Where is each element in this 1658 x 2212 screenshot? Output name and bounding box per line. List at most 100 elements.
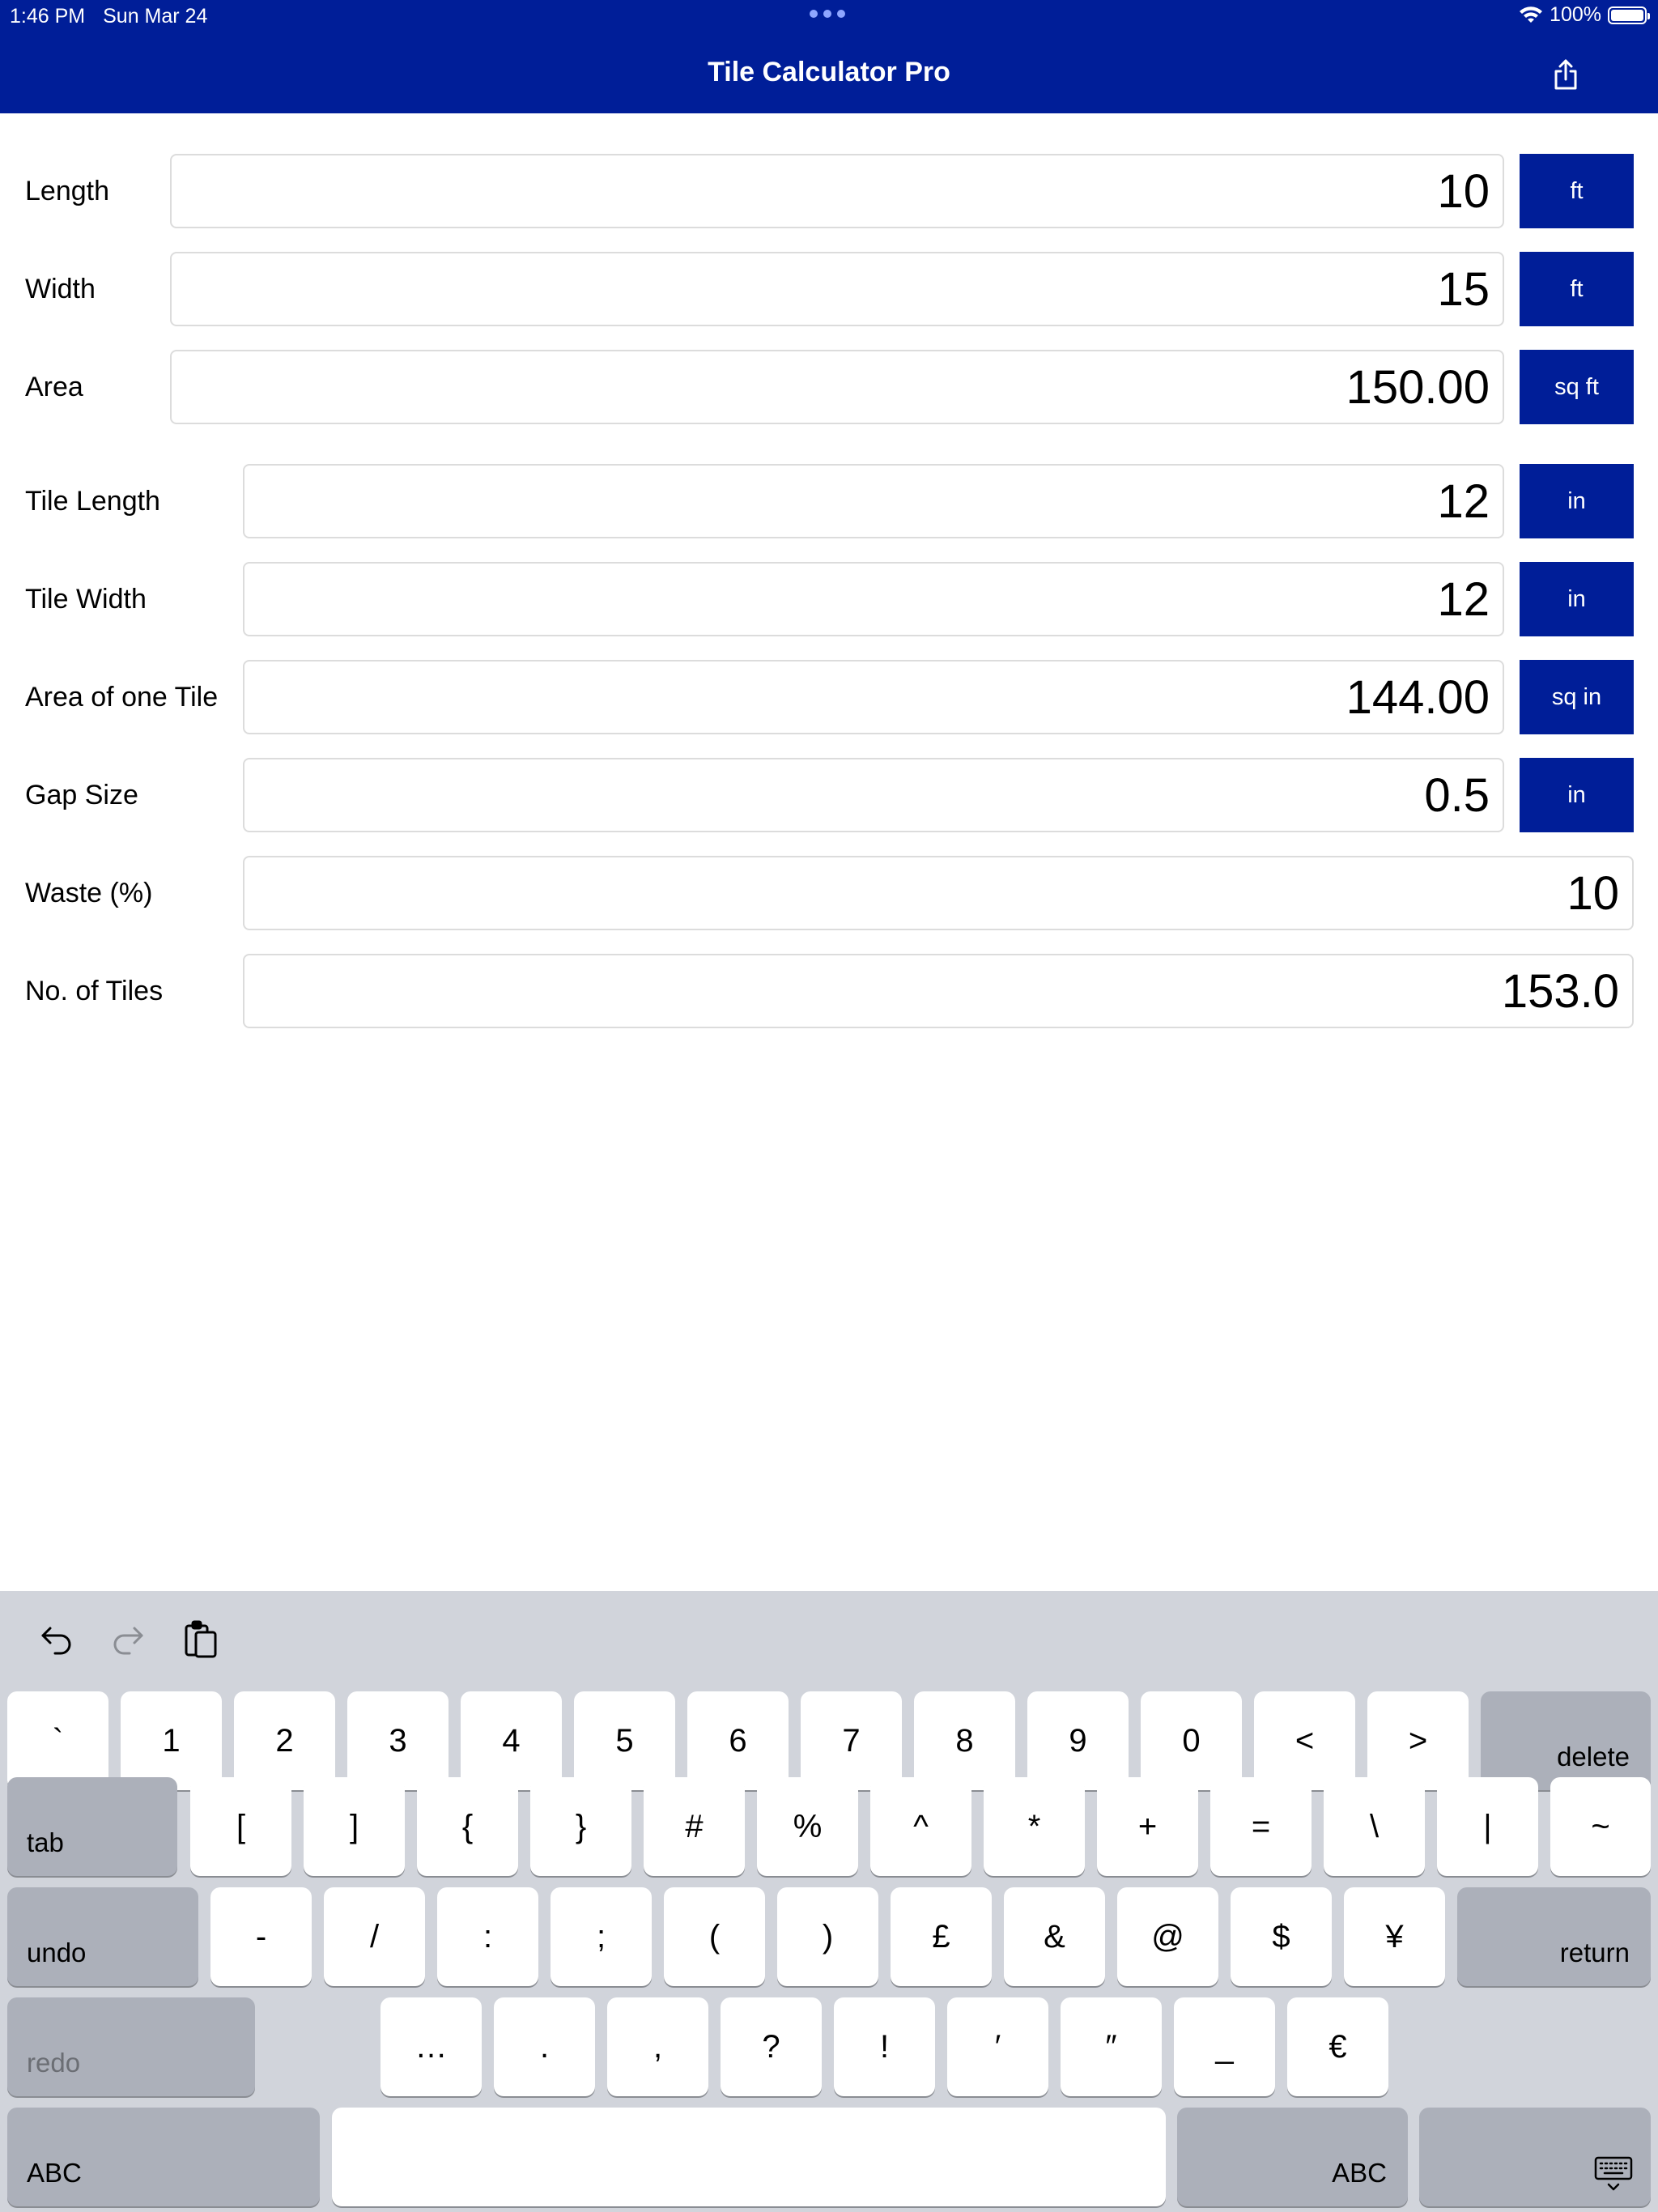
key-question[interactable]: ?: [721, 1997, 822, 2096]
key-percent[interactable]: %: [757, 1777, 858, 1876]
keyboard: ` 1 2 3 4 5 6 7 8 9 0 < > delete tab [ ]…: [0, 1591, 1658, 2212]
key-double-prime[interactable]: ″: [1061, 1997, 1162, 2096]
key-hash[interactable]: #: [644, 1777, 745, 1876]
key-close-bracket[interactable]: ]: [304, 1777, 405, 1876]
key-9[interactable]: 9: [1027, 1691, 1129, 1790]
waste-label: Waste (%): [25, 878, 153, 908]
undo-icon[interactable]: [32, 1615, 81, 1664]
key-backslash[interactable]: \: [1324, 1777, 1425, 1876]
key-2[interactable]: 2: [234, 1691, 335, 1790]
width-label: Width: [25, 274, 96, 304]
key-4[interactable]: 4: [461, 1691, 562, 1790]
key-ampersand[interactable]: &: [1004, 1887, 1105, 1986]
gap-size-unit-button[interactable]: in: [1520, 758, 1634, 832]
key-close-brace[interactable]: }: [530, 1777, 631, 1876]
area-row: Area 150.00 sq ft: [0, 350, 1658, 424]
key-exclamation[interactable]: !: [834, 1997, 935, 2096]
abc-key-right[interactable]: ABC: [1177, 2108, 1408, 2206]
return-key[interactable]: return: [1457, 1887, 1651, 1986]
key-colon[interactable]: :: [437, 1887, 538, 1986]
key-semicolon[interactable]: ;: [551, 1887, 652, 1986]
gap-size-input[interactable]: 0.5: [243, 758, 1504, 832]
key-at[interactable]: @: [1117, 1887, 1218, 1986]
tile-length-row: Tile Length 12 in: [0, 464, 1658, 538]
waste-input[interactable]: 10: [243, 856, 1634, 930]
status-time: 1:46 PM: [10, 5, 86, 28]
key-period[interactable]: .: [494, 1997, 595, 2096]
key-0[interactable]: 0: [1141, 1691, 1242, 1790]
status-date: Sun Mar 24: [103, 5, 208, 28]
gap-size-label: Gap Size: [25, 780, 138, 810]
key-backtick[interactable]: `: [7, 1691, 108, 1790]
key-greater-than[interactable]: >: [1367, 1691, 1469, 1790]
key-yen[interactable]: ¥: [1344, 1887, 1445, 1986]
delete-key[interactable]: delete: [1481, 1691, 1651, 1790]
key-asterisk[interactable]: *: [984, 1777, 1085, 1876]
key-tilde[interactable]: ~: [1550, 1777, 1651, 1876]
key-ellipsis[interactable]: …: [380, 1997, 482, 2096]
tiles-row: No. of Tiles 153.0: [0, 954, 1658, 1028]
width-row: Width 15 ft: [0, 252, 1658, 326]
space-bar[interactable]: [332, 2108, 1166, 2206]
tile-area-row: Area of one Tile 144.00 sq in: [0, 660, 1658, 734]
key-euro[interactable]: €: [1287, 1997, 1388, 2096]
length-label: Length: [25, 176, 109, 206]
tile-area-unit-button[interactable]: sq in: [1520, 660, 1634, 734]
key-5[interactable]: 5: [574, 1691, 675, 1790]
key-pipe[interactable]: |: [1437, 1777, 1538, 1876]
key-slash[interactable]: /: [324, 1887, 425, 1986]
length-unit-button[interactable]: ft: [1520, 154, 1634, 228]
key-less-than[interactable]: <: [1254, 1691, 1355, 1790]
key-8[interactable]: 8: [914, 1691, 1015, 1790]
key-equals[interactable]: =: [1210, 1777, 1312, 1876]
key-open-bracket[interactable]: [: [190, 1777, 291, 1876]
status-bar-left: 1:46 PM Sun Mar 24: [10, 5, 207, 28]
tiles-label: No. of Tiles: [25, 976, 164, 1006]
paste-icon[interactable]: [176, 1615, 225, 1664]
width-unit-button[interactable]: ft: [1520, 252, 1634, 326]
tiles-result[interactable]: 153.0: [243, 954, 1634, 1028]
key-1[interactable]: 1: [121, 1691, 222, 1790]
key-dollar[interactable]: $: [1231, 1887, 1332, 1986]
battery-percent: 100%: [1550, 3, 1601, 26]
tile-width-unit-button[interactable]: in: [1520, 562, 1634, 636]
key-7[interactable]: 7: [801, 1691, 902, 1790]
key-prime[interactable]: ′: [947, 1997, 1048, 2096]
tile-width-label: Tile Width: [25, 584, 147, 615]
redo-icon[interactable]: [104, 1615, 152, 1664]
redo-key[interactable]: redo: [7, 1997, 255, 2096]
key-6[interactable]: 6: [687, 1691, 789, 1790]
width-input[interactable]: 15: [170, 252, 1504, 326]
undo-key[interactable]: undo: [7, 1887, 198, 1986]
area-unit-button[interactable]: sq ft: [1520, 350, 1634, 424]
key-open-brace[interactable]: {: [417, 1777, 518, 1876]
length-input[interactable]: 10: [170, 154, 1504, 228]
key-open-paren[interactable]: (: [664, 1887, 765, 1986]
key-plus[interactable]: +: [1097, 1777, 1198, 1876]
key-comma[interactable]: ,: [607, 1997, 708, 2096]
key-caret[interactable]: ^: [870, 1777, 971, 1876]
tile-width-input[interactable]: 12: [243, 562, 1504, 636]
share-icon[interactable]: [1546, 55, 1585, 94]
gap-size-row: Gap Size 0.5 in: [0, 758, 1658, 832]
page-title: Tile Calculator Pro: [708, 57, 950, 87]
waste-row: Waste (%) 10: [0, 856, 1658, 930]
status-bar-right: 100%: [1519, 3, 1650, 27]
multitasking-dots-icon[interactable]: [810, 10, 845, 18]
wifi-icon: [1520, 6, 1543, 23]
key-hyphen[interactable]: -: [210, 1887, 312, 1986]
tile-width-row: Tile Width 12 in: [0, 562, 1658, 636]
tile-length-unit-button[interactable]: in: [1520, 464, 1634, 538]
key-underscore[interactable]: _: [1174, 1997, 1275, 2096]
area-label: Area: [25, 372, 83, 402]
key-pound[interactable]: £: [891, 1887, 992, 1986]
tile-area-value[interactable]: 144.00: [243, 660, 1504, 734]
keyboard-dismiss-icon[interactable]: [1419, 2108, 1651, 2206]
tab-key[interactable]: tab: [7, 1777, 177, 1876]
key-3[interactable]: 3: [347, 1691, 449, 1790]
tile-length-input[interactable]: 12: [243, 464, 1504, 538]
abc-key-left[interactable]: ABC: [7, 2108, 320, 2206]
area-value[interactable]: 150.00: [170, 350, 1504, 424]
key-close-paren[interactable]: ): [777, 1887, 878, 1986]
battery-icon: [1608, 6, 1650, 24]
